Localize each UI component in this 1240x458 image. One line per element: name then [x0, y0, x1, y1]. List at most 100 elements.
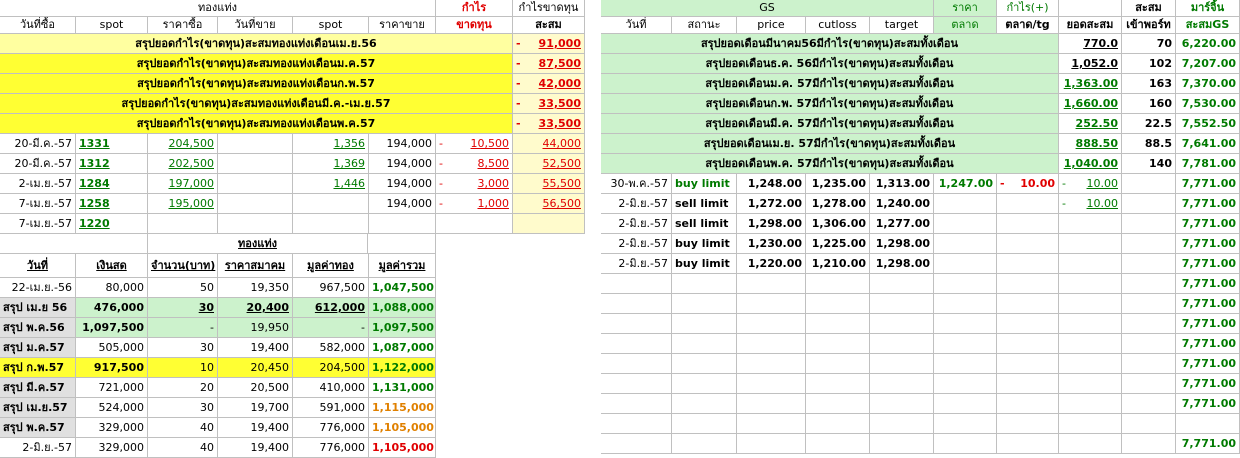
trade-buy-price[interactable]: 197,000	[148, 174, 218, 194]
gs-tail: 7,771.00	[1176, 314, 1240, 334]
order-entry	[1122, 234, 1176, 254]
empty-cell	[1122, 394, 1176, 414]
empty-cell	[997, 414, 1059, 434]
order-status[interactable]: sell limit	[672, 194, 737, 214]
trade-spot[interactable]: 1284	[76, 174, 148, 194]
monthly-gs: 7,530.00	[1176, 94, 1240, 114]
trade-buy-price[interactable]: 195,000	[148, 194, 218, 214]
order-market	[934, 194, 997, 214]
monthly-gs: 7,552.50	[1176, 114, 1240, 134]
empty-cell	[870, 354, 934, 374]
order-entry	[1122, 214, 1176, 234]
trade-sell-date	[218, 154, 293, 174]
empty-cell	[601, 394, 672, 414]
empty-cell	[601, 354, 672, 374]
order-status[interactable]: buy limit	[672, 174, 737, 194]
portfolio-gold: 410,000	[293, 378, 369, 398]
trade-spot[interactable]: 1258	[76, 194, 148, 214]
order-target: 1,298.00	[870, 234, 934, 254]
trade-buy-price[interactable]	[148, 214, 218, 234]
empty-cell	[870, 334, 934, 354]
trade-spot2[interactable]: 1,369	[293, 154, 369, 174]
order-market: 1,247.00	[934, 174, 997, 194]
monthly-total: 1,052.0	[1059, 54, 1122, 74]
empty-cell	[1059, 394, 1122, 414]
trade-pl-sign: -	[439, 177, 443, 190]
order-market-tg	[997, 194, 1059, 214]
order-total-sign: -	[1062, 177, 1066, 190]
header-price: ราคา	[934, 0, 997, 17]
monthly-total: 1,040.00	[1059, 154, 1122, 174]
trade-sell-price: 194,000	[369, 154, 436, 174]
empty-cell	[737, 414, 806, 434]
empty-cell	[870, 274, 934, 294]
trade-spot[interactable]: 1312	[76, 154, 148, 174]
empty-cell	[601, 274, 672, 294]
empty-cell	[806, 274, 870, 294]
order-gs: 7,771.00	[1176, 254, 1240, 274]
empty-cell	[997, 314, 1059, 334]
empty-cell	[672, 414, 737, 434]
trade-spot2[interactable]	[293, 214, 369, 234]
portfolio-price: 20,450	[218, 358, 293, 378]
empty-cell	[806, 394, 870, 414]
summary-label: สรุปยอดกำไร(ขาดทุน)สะสมทองแท่งเดือนพ.ค.5…	[0, 114, 513, 134]
trade-spot[interactable]: 1331	[76, 134, 148, 154]
trade-buy-price[interactable]: 204,500	[148, 134, 218, 154]
trade-spot2[interactable]: 1,446	[293, 174, 369, 194]
portfolio-total: 1,115,000	[369, 398, 436, 418]
trade-buy-price[interactable]: 202,500	[148, 154, 218, 174]
portfolio-total: 1,047,500	[369, 278, 436, 298]
empty-cell	[870, 414, 934, 434]
trade-accum: 52,500	[513, 154, 585, 174]
trade-accum	[513, 214, 585, 234]
trade-sell-price: 194,000	[369, 174, 436, 194]
header-profit-loss: กำไรขาดทุน	[513, 0, 585, 17]
order-status[interactable]: sell limit	[672, 214, 737, 234]
trade-accum: 55,500	[513, 174, 585, 194]
monthly-entry: 22.5	[1122, 114, 1176, 134]
monthly-summary-label: สรุปยอดเดือนม.ค. 57มีกำไร(ขาดทุน)สะสมทั้…	[601, 74, 1059, 94]
portfolio-qty: 40	[148, 418, 218, 438]
empty-cell	[601, 374, 672, 394]
empty-cell	[870, 294, 934, 314]
summary-amount: 87,500	[538, 57, 581, 70]
empty-cell	[934, 334, 997, 354]
empty-cell	[672, 434, 737, 454]
trade-sell-date	[218, 194, 293, 214]
trade-sell-price	[369, 214, 436, 234]
header-accum-gs: สะสมGS	[1176, 17, 1240, 34]
order-gs: 7,771.00	[1176, 214, 1240, 234]
summary-label: สรุปยอดกำไร(ขาดทุน)สะสมทองแท่งเดือนมี.ค.…	[0, 94, 513, 114]
empty-cell	[934, 434, 997, 454]
empty-cell	[1122, 434, 1176, 454]
portfolio-total: 1,097,500	[369, 318, 436, 338]
column-gap	[593, 0, 601, 456]
trade-pl: - 10,500	[436, 134, 513, 154]
gs-tail: 7,771.00	[1176, 294, 1240, 314]
empty-cell	[672, 274, 737, 294]
trade-spot2[interactable]: 1,356	[293, 134, 369, 154]
portfolio-cash: 505,000	[76, 338, 148, 358]
trade-spot[interactable]: 1220	[76, 214, 148, 234]
order-status[interactable]: buy limit	[672, 254, 737, 274]
monthly-summary-label: สรุปยอดเดือนพ.ค. 57มีกำไร(ขาดทุน)สะสมทั้…	[601, 154, 1059, 174]
summary-value: - 33,500	[513, 94, 585, 114]
monthly-summary-label: สรุปยอดเดือนเม.ย. 57มีกำไร(ขาดทุน)สะสมทั…	[601, 134, 1059, 154]
trade-spot2[interactable]	[293, 194, 369, 214]
portfolio-total: 1,105,000	[369, 438, 436, 458]
empty-cell	[806, 354, 870, 374]
order-date: 2-มิ.ย.-57	[601, 254, 672, 274]
summary-value: - 33,500	[513, 114, 585, 134]
order-status[interactable]: buy limit	[672, 234, 737, 254]
order-market	[934, 254, 997, 274]
order-total	[1059, 234, 1122, 254]
order-market-tg	[997, 254, 1059, 274]
empty-cell	[934, 294, 997, 314]
portfolio-price: 19,400	[218, 338, 293, 358]
empty-cell	[1122, 334, 1176, 354]
order-target: 1,240.00	[870, 194, 934, 214]
order-cutloss: 1,235.00	[806, 174, 870, 194]
trade-pl-sign: -	[439, 137, 443, 150]
empty-cell	[1059, 374, 1122, 394]
